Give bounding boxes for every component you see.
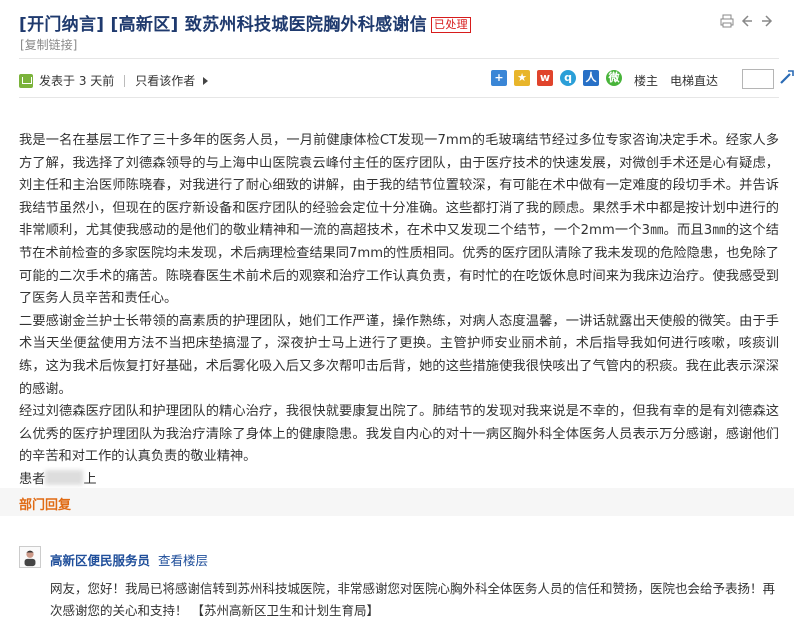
signature-suffix: 上 [83,471,97,487]
status-badge: 已处理 [431,17,471,33]
posted-time: 发表于 3 天前 [39,74,115,88]
next-icon[interactable] [760,13,774,27]
qzone-icon[interactable]: ★ [514,70,530,86]
divider [19,97,779,98]
wechat-icon[interactable]: 微 [606,70,622,86]
elevator-label: 电梯直达 [670,74,719,88]
post-meta-bar: 发表于 3 天前 只看该作者 + ★ w q 人 微 楼主 电梯直达 [19,66,794,92]
separator [124,74,126,87]
floor-jump-input[interactable] [742,69,774,89]
copy-link[interactable]: [复制链接] [20,36,77,53]
dept-reply-label: 部门回复 [19,498,72,513]
go-icon[interactable] [779,69,794,85]
tqq-icon[interactable]: q [560,70,576,86]
prev-icon[interactable] [740,13,754,27]
plus-share-icon[interactable]: + [491,70,507,86]
reply-text: 网友，您好！我局已将感谢信转到苏州科技城医院，非常感谢您对医院心胸外科全体医务人… [50,581,776,618]
page-title: [开门纳言] [高新区] 致苏州科技城医院胸外科感谢信 已处理 [19,10,471,35]
top-icons [720,13,774,28]
title-bar: [开门纳言] [高新区] 致苏州科技城医院胸外科感谢信 已处理 [19,10,779,35]
floor-label: 楼主 [634,74,659,88]
play-icon[interactable] [203,76,209,85]
reply-author[interactable]: 高新区便民服务员 [50,553,150,568]
paragraph: 我是一名在基层工作了三十多年的医务人员，一月前健康体检CT发现一7mm的毛玻璃结… [19,133,779,307]
post-content: 我是一名在基层工作了三十多年的医务人员，一月前健康体检CT发现一7mm的毛玻璃结… [19,130,779,492]
avatar [19,546,41,568]
view-floor-link[interactable]: 查看楼层 [158,553,208,568]
title-text: [开门纳言] [高新区] 致苏州科技城医院胸外科感谢信 [19,15,428,35]
only-author-link[interactable]: 只看该作者 [135,72,195,89]
signature-prefix: 患者 [19,471,46,487]
paragraph: 二要感谢金兰护士长带领的高素质的护理团队，她们工作严谨，操作熟练，对病人态度温馨… [19,313,779,397]
share-icons: + ★ w q 人 微 [491,70,622,86]
weibo-icon[interactable]: w [537,70,553,86]
renren-icon[interactable]: 人 [583,70,599,86]
reply-header: 高新区便民服务员 查看楼层 [50,550,208,569]
post-icon [19,73,33,88]
dept-reply-header: 部门回复 [0,488,794,516]
paragraph: 经过刘德森医疗团队和护理团队的精心治疗，我很快就要康复出院了。肺结节的发现对我来… [19,404,779,465]
redacted-name [45,469,84,485]
divider [19,58,779,59]
print-icon[interactable] [720,13,734,28]
